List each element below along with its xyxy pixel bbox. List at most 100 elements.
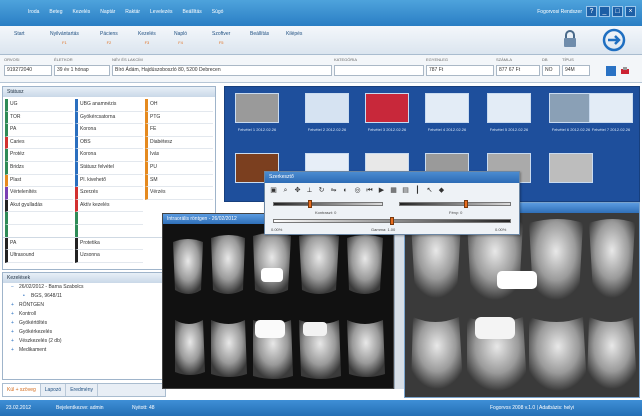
status-item[interactable]: Pl. kivehető xyxy=(75,174,143,188)
toolbar-exit[interactable]: Kilépés xyxy=(286,31,302,40)
xray-image-zoomed[interactable] xyxy=(405,213,639,397)
minimize-button[interactable]: _ xyxy=(599,6,610,17)
chart-icon[interactable]: ▤ xyxy=(401,186,410,195)
field-value[interactable]: 39 év 1 hónap xyxy=(54,65,110,76)
menu-item[interactable]: Naptár xyxy=(100,9,115,15)
status-item[interactable]: PA xyxy=(5,124,73,137)
field-value[interactable]: NO xyxy=(542,65,560,76)
status-item[interactable]: Korona xyxy=(75,124,143,137)
gallery-thumbnail[interactable] xyxy=(305,93,349,123)
menu-item[interactable]: Súgó xyxy=(212,9,224,15)
tree-item[interactable]: + Gyökérkezelés xyxy=(3,328,165,337)
menu-item[interactable]: Iroda xyxy=(28,9,39,15)
play-icon[interactable]: ▶ xyxy=(377,186,386,195)
gallery-thumbnail[interactable] xyxy=(549,93,593,123)
menu-item[interactable]: Beteg xyxy=(49,9,62,15)
tree-item[interactable]: + Gyökértöltés xyxy=(3,319,165,328)
logout-icon[interactable] xyxy=(602,28,626,52)
slider-knob[interactable] xyxy=(390,217,394,225)
close-button[interactable]: × xyxy=(625,6,636,17)
status-item[interactable]: PU xyxy=(145,161,213,175)
toolbar-log[interactable]: Napló F4 xyxy=(174,31,187,45)
status-item[interactable]: Korona xyxy=(75,149,143,162)
toolbar-patient[interactable]: Páciens F2 xyxy=(100,31,118,45)
tree-item[interactable]: −26/02/2012 - Barna Szabolcs xyxy=(3,283,165,292)
status-item[interactable] xyxy=(75,212,143,225)
first-icon[interactable]: ⏮ xyxy=(365,186,374,195)
gallery-thumbnail[interactable] xyxy=(589,93,633,123)
pan-icon[interactable]: ✥ xyxy=(293,186,302,195)
status-item[interactable]: Státusz felvétel xyxy=(75,161,143,175)
status-item[interactable]: UBG anamnézis xyxy=(75,99,143,112)
tree-item[interactable]: + Medikament xyxy=(3,346,165,355)
gallery-thumbnail[interactable] xyxy=(365,93,409,123)
xray-viewer-left[interactable]: Intraorális röntgen - 26/02/2012 xyxy=(162,213,394,389)
status-item[interactable]: Ivás xyxy=(145,149,213,162)
expand-icon[interactable]: + xyxy=(11,301,19,310)
menu-item[interactable]: Raktár xyxy=(125,9,140,15)
status-item[interactable]: Caries xyxy=(5,136,73,150)
status-item[interactable] xyxy=(75,224,143,238)
ruler-icon[interactable]: ┃ xyxy=(413,186,422,195)
gallery-thumbnail[interactable] xyxy=(487,93,531,123)
grid-icon[interactable]: ▦ xyxy=(389,186,398,195)
field-value[interactable]: 877 67 Ft xyxy=(496,65,540,76)
expand-icon[interactable]: + xyxy=(11,346,19,355)
menu-item[interactable]: Kezelés xyxy=(72,9,90,15)
save-icon[interactable]: ▣ xyxy=(269,186,278,195)
gallery-thumbnail[interactable] xyxy=(235,93,279,123)
toolbar-start[interactable]: Start xyxy=(14,31,25,40)
slider-knob[interactable] xyxy=(464,200,468,208)
expand-icon[interactable]: + xyxy=(11,319,19,328)
contrast-slider[interactable] xyxy=(273,200,383,208)
tree-item[interactable]: + Vészkezelés (2 db) xyxy=(3,337,165,346)
status-item[interactable] xyxy=(5,224,73,238)
tab-pager[interactable]: Lapozó xyxy=(41,384,67,396)
collapse-icon[interactable]: − xyxy=(11,283,19,292)
status-item[interactable]: FE xyxy=(145,124,213,137)
xray-image[interactable] xyxy=(163,224,393,388)
status-item[interactable]: Aktív kezelés xyxy=(75,199,143,213)
field-value[interactable]: 94M xyxy=(562,65,590,76)
toolbar-software[interactable]: Szoftver F5 xyxy=(212,31,230,45)
flip-icon[interactable]: ⇋ xyxy=(329,186,338,195)
tab-result[interactable]: Eredmény xyxy=(66,384,98,396)
status-item[interactable]: Ultrasound xyxy=(5,250,73,263)
tree-item[interactable]: + Kontroll xyxy=(3,310,165,319)
status-item[interactable]: PA xyxy=(5,237,73,251)
status-item[interactable]: Vérzés xyxy=(145,187,213,200)
toolbar-registry[interactable]: Nyilvántartás F1 xyxy=(50,31,79,45)
rotate-icon[interactable]: ↻ xyxy=(317,186,326,195)
measure-icon[interactable]: ⟂ xyxy=(305,186,314,195)
status-item[interactable] xyxy=(5,212,73,225)
pointer-icon[interactable]: ↖ xyxy=(425,186,434,195)
help-button[interactable]: ? xyxy=(586,6,597,17)
toolbar-treatment[interactable]: Kezelés F3 xyxy=(138,31,156,45)
status-item[interactable]: UG xyxy=(5,99,73,112)
color-icon[interactable]: ◆ xyxy=(437,186,446,195)
status-item[interactable]: Plast xyxy=(5,174,73,188)
status-item[interactable]: Diabétesz xyxy=(145,136,213,150)
field-value[interactable]: 919272040 xyxy=(4,65,52,76)
zoom-icon[interactable]: ⌕ xyxy=(281,186,290,195)
status-item[interactable]: TOR xyxy=(5,111,73,125)
brightness-slider[interactable] xyxy=(399,200,511,208)
maximize-button[interactable]: □ xyxy=(612,6,623,17)
expand-icon[interactable]: + xyxy=(11,328,19,337)
status-item[interactable]: Bridzs xyxy=(5,161,73,175)
gallery-thumbnail[interactable] xyxy=(549,153,593,183)
field-value[interactable]: Bíró Ádám, Hajdúszoboszló 80, 5200 Debre… xyxy=(112,65,332,76)
tab-text[interactable]: Kül + szöveg xyxy=(3,384,41,396)
save-icon[interactable] xyxy=(606,66,616,76)
tree-item[interactable]: + RÖNTGEN xyxy=(3,301,165,310)
status-item[interactable]: Uzsonna xyxy=(75,250,143,263)
expand-icon[interactable]: + xyxy=(11,337,19,346)
status-item[interactable]: Protetika xyxy=(75,237,143,251)
status-item[interactable]: Szerzés xyxy=(75,187,143,200)
field-value[interactable]: 787 Ft xyxy=(426,65,494,76)
invert-icon[interactable]: ◐ xyxy=(341,186,350,195)
toolbar-settings[interactable]: Beállítás xyxy=(250,31,269,40)
viewer-tool-strip[interactable] xyxy=(394,215,404,389)
status-item[interactable]: OH xyxy=(145,99,213,112)
tree-item[interactable]: • BGS, 9648/11 xyxy=(3,292,165,301)
